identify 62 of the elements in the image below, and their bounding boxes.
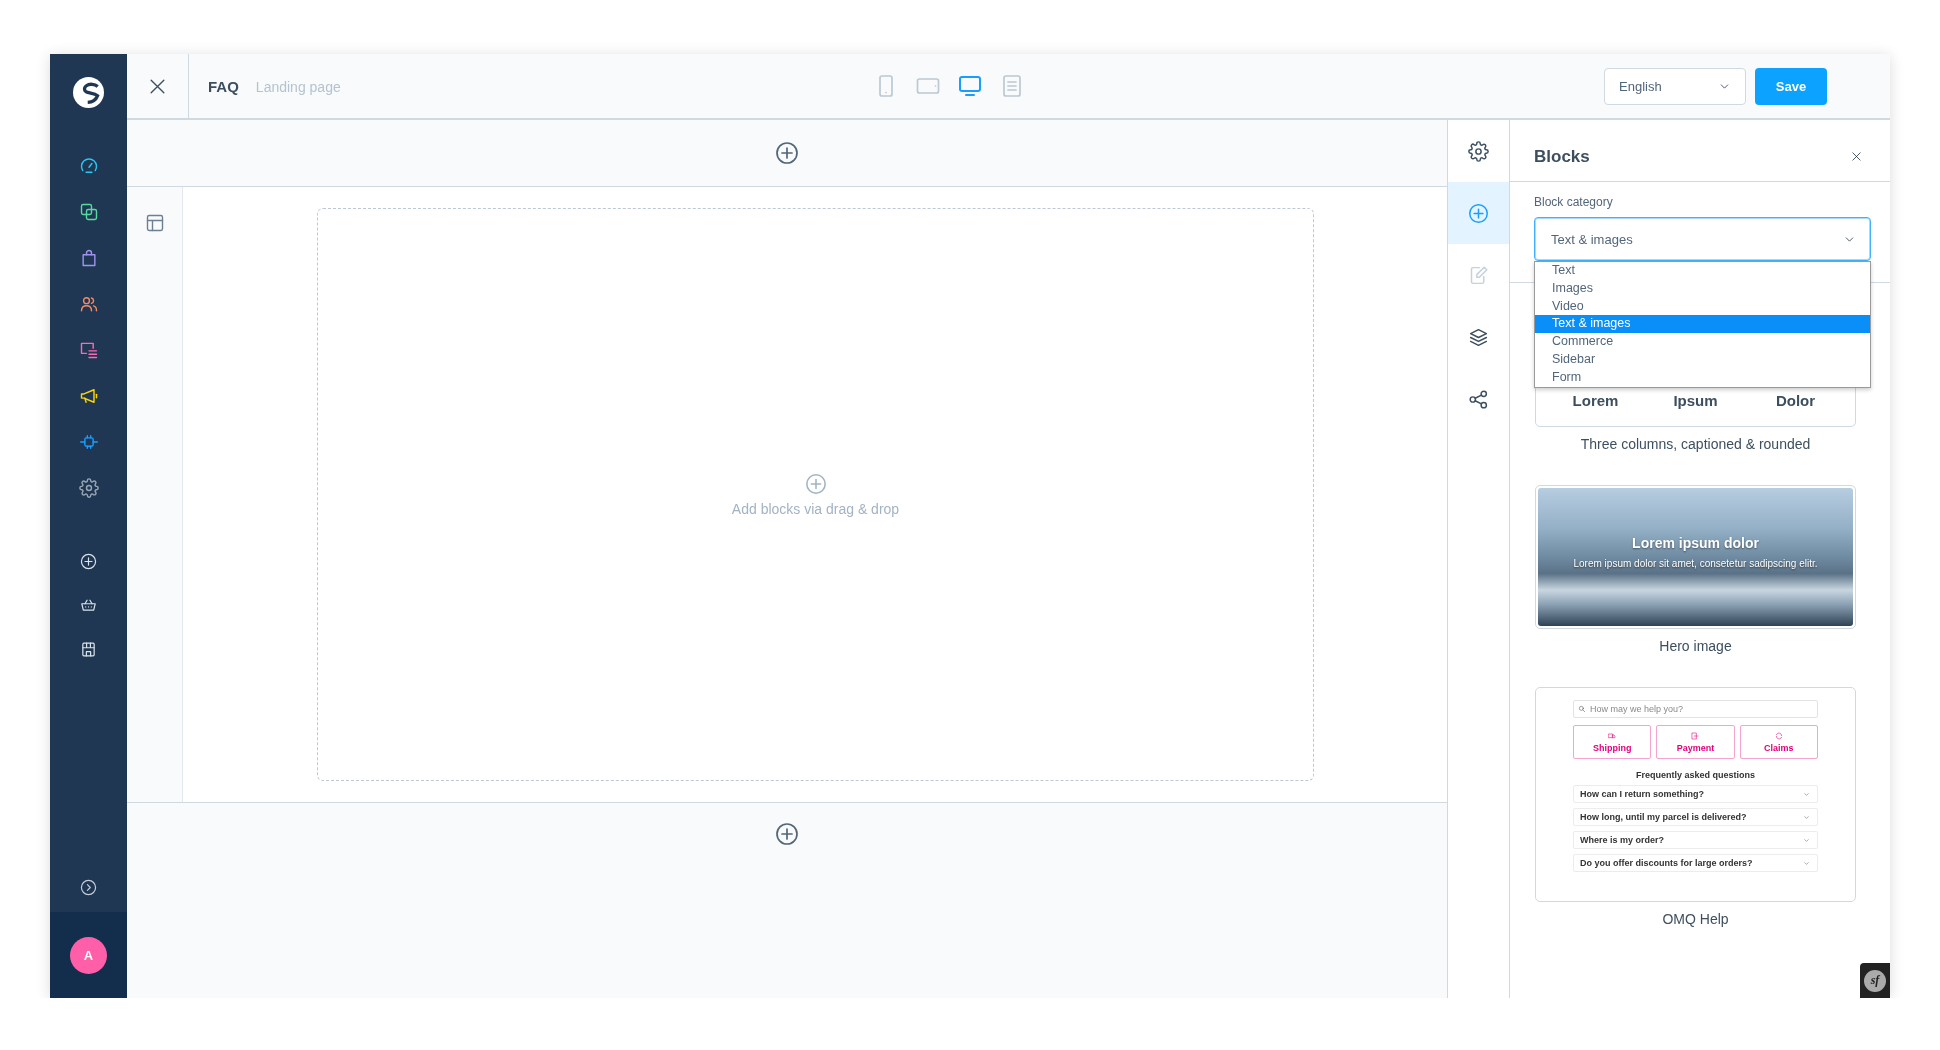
megaphone-icon[interactable]: [78, 386, 99, 406]
block-preview-card[interactable]: How may we help you? Shipping Payment Claims Frequently asked questions How can I return something? How long, until my parcel is delivered? Where is my order? Do you offer discounts for large orders?: [1535, 687, 1856, 902]
settings-icon[interactable]: [1468, 140, 1489, 162]
document-arrow-icon: [1691, 731, 1700, 740]
chevron-down-icon: [1803, 813, 1810, 821]
debug-toolbar-button[interactable]: sf: [1860, 963, 1890, 998]
dropdown-option[interactable]: Video: [1535, 297, 1870, 316]
dropdown-option[interactable]: Images: [1535, 279, 1870, 298]
search-field[interactable]: How may we help you?: [1573, 700, 1818, 718]
gauge-icon[interactable]: [78, 156, 99, 176]
overlapping-squares-icon[interactable]: [78, 202, 99, 222]
search-icon: [1578, 705, 1586, 713]
truck-icon: [1608, 731, 1617, 740]
plus-circle-icon[interactable]: [775, 822, 799, 846]
faq-heading: Frequently asked questions: [1636, 770, 1755, 780]
preview-text: Lorem: [1572, 392, 1619, 409]
logo-badge: sf: [1864, 969, 1886, 992]
refresh-icon: [1774, 731, 1783, 740]
close-icon[interactable]: [1851, 151, 1862, 162]
layout-icon[interactable]: [144, 213, 165, 233]
list-icon[interactable]: [78, 340, 99, 360]
faq-question[interactable]: Where is my order?: [1573, 831, 1818, 849]
panel-title: Blocks: [1534, 146, 1590, 167]
chevron-down-icon: [1803, 836, 1810, 844]
settings-icon[interactable]: [78, 478, 99, 498]
dropdown-option[interactable]: Commerce: [1535, 333, 1870, 351]
category-tile[interactable]: Shipping: [1573, 725, 1652, 759]
people-icon[interactable]: [78, 294, 99, 314]
monitor-icon[interactable]: [958, 74, 982, 98]
plus-circle-icon: [804, 472, 827, 495]
block-caption: OMQ Help: [1662, 910, 1729, 928]
storefront-icon[interactable]: [80, 640, 97, 658]
faq-question[interactable]: Do you offer discounts for large orders?: [1573, 854, 1818, 872]
logo-icon[interactable]: [73, 76, 104, 108]
chevron-right-icon[interactable]: [80, 878, 97, 896]
page-type: Landing page: [255, 78, 341, 95]
category-tile[interactable]: Payment: [1656, 725, 1735, 759]
dropdown-option[interactable]: Sidebar: [1535, 351, 1870, 369]
language-select[interactable]: English: [1604, 67, 1746, 105]
share-icon[interactable]: [1468, 388, 1489, 410]
faq-question[interactable]: How long, until my parcel is delivered?: [1573, 808, 1818, 826]
plus-circle-icon[interactable]: [775, 141, 799, 165]
category-tile[interactable]: Claims: [1739, 725, 1818, 759]
empty-state-text: Add blocks via drag & drop: [731, 500, 900, 517]
category-select[interactable]: Text & images: [1534, 217, 1871, 261]
plug-icon[interactable]: [78, 432, 99, 452]
dropdown-option[interactable]: Text: [1535, 262, 1870, 280]
chevron-down-icon: [1803, 790, 1810, 798]
chevron-down-icon: [1803, 859, 1810, 867]
preview-text: Ipsum: [1673, 392, 1718, 409]
block-caption: Three columns, captioned & rounded: [1580, 435, 1811, 453]
dropdown-option[interactable]: Text & images: [1535, 315, 1870, 334]
dropdown-option[interactable]: Form: [1535, 368, 1870, 387]
block-preview-card[interactable]: Lorem ipsum dolor Lorem ipsum dolor sit amet, consetetur sadipscing elitr.: [1535, 485, 1856, 629]
preview-text: Dolor: [1775, 392, 1816, 409]
field-label: Block category: [1534, 195, 1614, 209]
hero-title: Lorem ipsum dolor: [1632, 535, 1759, 551]
layers-icon[interactable]: [1468, 326, 1489, 348]
hero-text: Lorem ipsum dolor sit amet, consetetur sadipscing elitr.: [1573, 558, 1818, 569]
faq-question[interactable]: How can I return something?: [1573, 785, 1818, 803]
page-title: FAQ: [208, 77, 239, 95]
block-caption: Hero image: [1659, 637, 1732, 655]
